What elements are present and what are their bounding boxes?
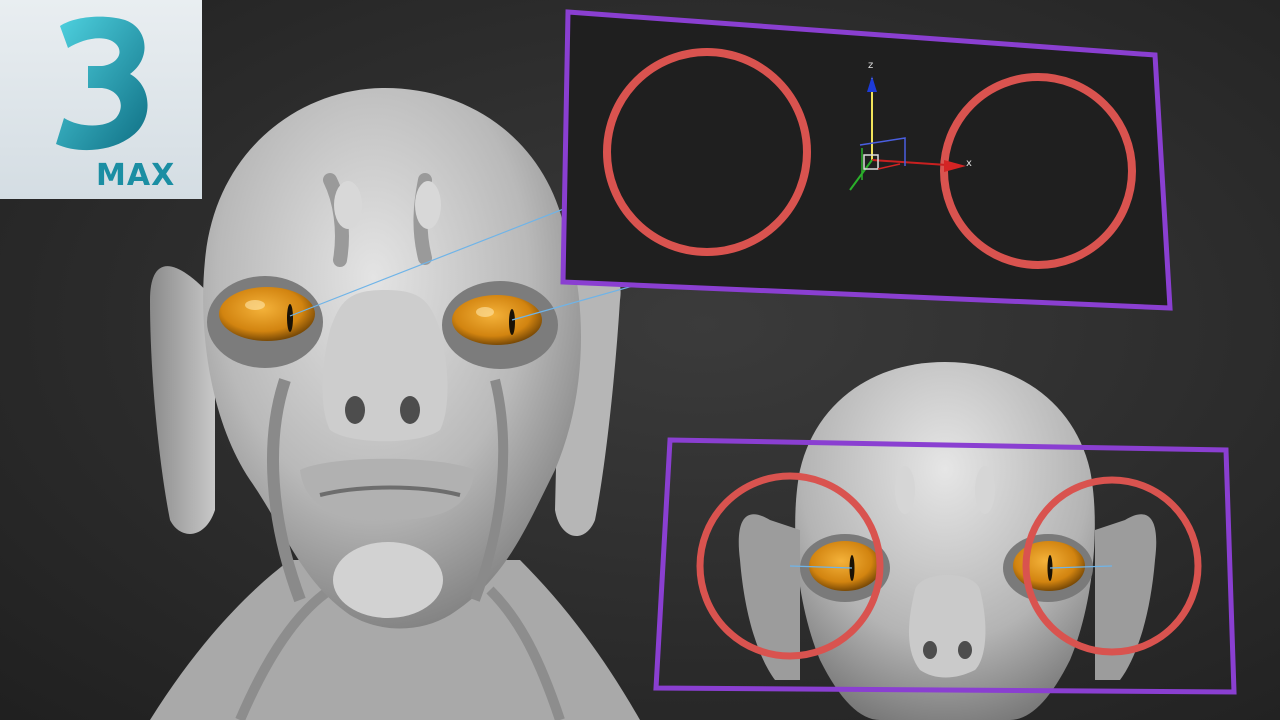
alien-bust-small bbox=[738, 362, 1157, 720]
logo-numeral-3 bbox=[56, 16, 148, 151]
alien-eye-right bbox=[452, 295, 542, 345]
render-canvas: z x MAX bbox=[0, 0, 1280, 720]
alien-small-eye-left bbox=[809, 541, 881, 591]
alien-nose bbox=[322, 290, 448, 442]
3ds-max-logo: MAX bbox=[0, 0, 202, 199]
gizmo-x-label: x bbox=[966, 158, 972, 169]
eye-control-frame-top[interactable]: z x bbox=[560, 9, 1173, 311]
gizmo-z-label: z bbox=[868, 60, 873, 71]
logo-text-max: MAX bbox=[96, 158, 176, 193]
alien-eye-left bbox=[219, 287, 315, 341]
